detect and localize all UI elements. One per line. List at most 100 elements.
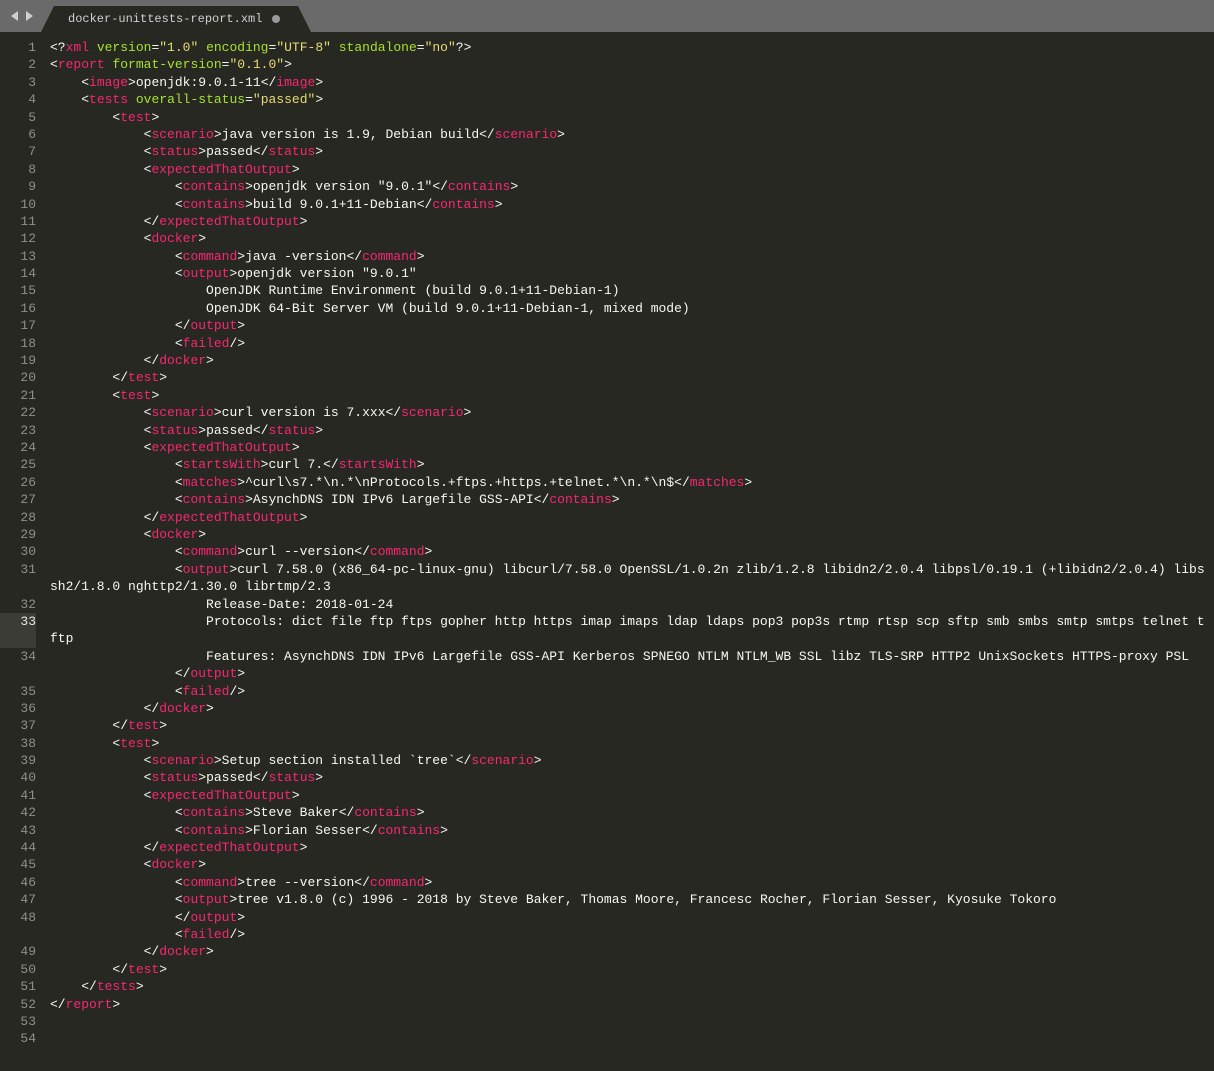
code-line[interactable]: <contains>build 9.0.1+11-Debian</contain… bbox=[50, 196, 1214, 213]
code-line[interactable]: <contains>AsynchDNS IDN IPv6 Largefile G… bbox=[50, 491, 1214, 508]
code-line[interactable]: <status>passed</status> bbox=[50, 422, 1214, 439]
code-line[interactable]: <tests overall-status="passed"> bbox=[50, 91, 1214, 108]
line-number-gutter[interactable]: 1234567891011121314151617181920212223242… bbox=[0, 32, 46, 1071]
code-line[interactable]: <command>java -version</command> bbox=[50, 248, 1214, 265]
line-number[interactable]: 41 bbox=[0, 787, 36, 804]
line-number[interactable]: 29 bbox=[0, 526, 36, 543]
code-line[interactable]: </docker> bbox=[50, 700, 1214, 717]
code-line[interactable]: Features: AsynchDNS IDN IPv6 Largefile G… bbox=[50, 648, 1205, 665]
code-line[interactable]: </test> bbox=[50, 961, 1214, 978]
line-number[interactable]: 16 bbox=[0, 300, 36, 317]
code-line[interactable]: <test> bbox=[50, 109, 1214, 126]
code-line[interactable]: <docker> bbox=[50, 230, 1214, 247]
code-line[interactable]: Protocols: dict file ftp ftps gopher htt… bbox=[50, 613, 1205, 648]
line-number[interactable]: 49 bbox=[0, 943, 36, 960]
code-line[interactable]: <expectedThatOutput> bbox=[50, 787, 1214, 804]
line-number[interactable]: 30 bbox=[0, 543, 36, 560]
line-number[interactable]: 34 bbox=[0, 648, 36, 683]
line-number[interactable]: 37 bbox=[0, 717, 36, 734]
code-line[interactable]: <image>openjdk:9.0.1-11</image> bbox=[50, 74, 1214, 91]
line-number[interactable]: 21 bbox=[0, 387, 36, 404]
code-line[interactable]: <scenario>Setup section installed `tree`… bbox=[50, 752, 1214, 769]
code-line[interactable]: </report> bbox=[50, 996, 1214, 1013]
line-number[interactable]: 36 bbox=[0, 700, 36, 717]
code-line[interactable]: <command>curl --version</command> bbox=[50, 543, 1214, 560]
line-number[interactable]: 33 bbox=[0, 613, 36, 648]
code-line[interactable]: </tests> bbox=[50, 978, 1214, 995]
line-number[interactable]: 3 bbox=[0, 74, 36, 91]
line-number[interactable]: 43 bbox=[0, 822, 36, 839]
line-number[interactable]: 23 bbox=[0, 422, 36, 439]
code-line[interactable]: </output> bbox=[50, 909, 1214, 926]
line-number[interactable]: 14 bbox=[0, 265, 36, 282]
code-line[interactable]: <?xml version="1.0" encoding="UTF-8" sta… bbox=[50, 39, 1214, 56]
code-line[interactable]: <scenario>java version is 1.9, Debian bu… bbox=[50, 126, 1214, 143]
code-line[interactable]: <report format-version="0.1.0"> bbox=[50, 56, 1214, 73]
code-line[interactable]: <status>passed</status> bbox=[50, 769, 1214, 786]
code-line[interactable]: </test> bbox=[50, 717, 1214, 734]
line-number[interactable]: 24 bbox=[0, 439, 36, 456]
tab-active[interactable]: docker-unittests-report.xml bbox=[54, 6, 298, 32]
line-number[interactable]: 52 bbox=[0, 996, 36, 1013]
line-number[interactable]: 5 bbox=[0, 109, 36, 126]
line-number[interactable]: 17 bbox=[0, 317, 36, 334]
code-line[interactable]: <contains>Florian Sesser</contains> bbox=[50, 822, 1214, 839]
line-number[interactable]: 11 bbox=[0, 213, 36, 230]
code-line[interactable]: </output> bbox=[50, 665, 1214, 682]
code-line[interactable]: <startsWith>curl 7.</startsWith> bbox=[50, 456, 1214, 473]
line-number[interactable]: 22 bbox=[0, 404, 36, 421]
line-number[interactable]: 50 bbox=[0, 961, 36, 978]
nav-back-icon[interactable] bbox=[8, 9, 22, 23]
code-line[interactable]: <status>passed</status> bbox=[50, 143, 1214, 160]
line-number[interactable]: 38 bbox=[0, 735, 36, 752]
code-line[interactable]: </output> bbox=[50, 317, 1214, 334]
code-line[interactable]: </docker> bbox=[50, 352, 1214, 369]
line-number[interactable]: 32 bbox=[0, 596, 36, 613]
code-line[interactable]: <expectedThatOutput> bbox=[50, 161, 1214, 178]
line-number[interactable]: 13 bbox=[0, 248, 36, 265]
code-line[interactable]: <test> bbox=[50, 735, 1214, 752]
line-number[interactable]: 25 bbox=[0, 456, 36, 473]
code-line[interactable]: </test> bbox=[50, 369, 1214, 386]
code-line[interactable]: <failed/> bbox=[50, 335, 1214, 352]
code-line[interactable]: <contains>Steve Baker</contains> bbox=[50, 804, 1214, 821]
line-number[interactable]: 7 bbox=[0, 143, 36, 160]
line-number[interactable]: 10 bbox=[0, 196, 36, 213]
line-number[interactable]: 1 bbox=[0, 39, 36, 56]
line-number[interactable]: 12 bbox=[0, 230, 36, 247]
code-line[interactable]: <docker> bbox=[50, 856, 1214, 873]
line-number[interactable]: 9 bbox=[0, 178, 36, 195]
nav-forward-icon[interactable] bbox=[22, 9, 36, 23]
line-number[interactable]: 39 bbox=[0, 752, 36, 769]
code-line[interactable]: <failed/> bbox=[50, 683, 1214, 700]
code-line[interactable]: <command>tree --version</command> bbox=[50, 874, 1214, 891]
line-number[interactable]: 53 bbox=[0, 1013, 36, 1030]
code-line[interactable]: <expectedThatOutput> bbox=[50, 439, 1214, 456]
code-line[interactable]: </docker> bbox=[50, 943, 1214, 960]
line-number[interactable]: 45 bbox=[0, 856, 36, 873]
line-number[interactable]: 31 bbox=[0, 561, 36, 596]
line-number[interactable]: 15 bbox=[0, 282, 36, 299]
code-line[interactable]: <docker> bbox=[50, 526, 1214, 543]
code-line[interactable]: <output>curl 7.58.0 (x86_64-pc-linux-gnu… bbox=[50, 561, 1205, 596]
line-number[interactable]: 47 bbox=[0, 891, 36, 908]
line-number[interactable]: 4 bbox=[0, 91, 36, 108]
line-number[interactable]: 19 bbox=[0, 352, 36, 369]
code-line[interactable]: <contains>openjdk version "9.0.1"</conta… bbox=[50, 178, 1214, 195]
line-number[interactable]: 27 bbox=[0, 491, 36, 508]
line-number[interactable]: 42 bbox=[0, 804, 36, 821]
code-line[interactable]: </expectedThatOutput> bbox=[50, 839, 1214, 856]
code-line[interactable]: </expectedThatOutput> bbox=[50, 509, 1214, 526]
line-number[interactable]: 26 bbox=[0, 474, 36, 491]
line-number[interactable]: 35 bbox=[0, 683, 36, 700]
line-number[interactable]: 46 bbox=[0, 874, 36, 891]
code-area[interactable]: <?xml version="1.0" encoding="UTF-8" sta… bbox=[46, 32, 1214, 1071]
line-number[interactable]: 18 bbox=[0, 335, 36, 352]
code-line[interactable]: <output>openjdk version "9.0.1" bbox=[50, 265, 1214, 282]
line-number[interactable]: 48 bbox=[0, 909, 36, 944]
line-number[interactable]: 54 bbox=[0, 1030, 36, 1047]
line-number[interactable]: 6 bbox=[0, 126, 36, 143]
code-line[interactable]: <failed/> bbox=[50, 926, 1214, 943]
line-number[interactable]: 8 bbox=[0, 161, 36, 178]
code-line[interactable]: Release-Date: 2018-01-24 bbox=[50, 596, 1214, 613]
